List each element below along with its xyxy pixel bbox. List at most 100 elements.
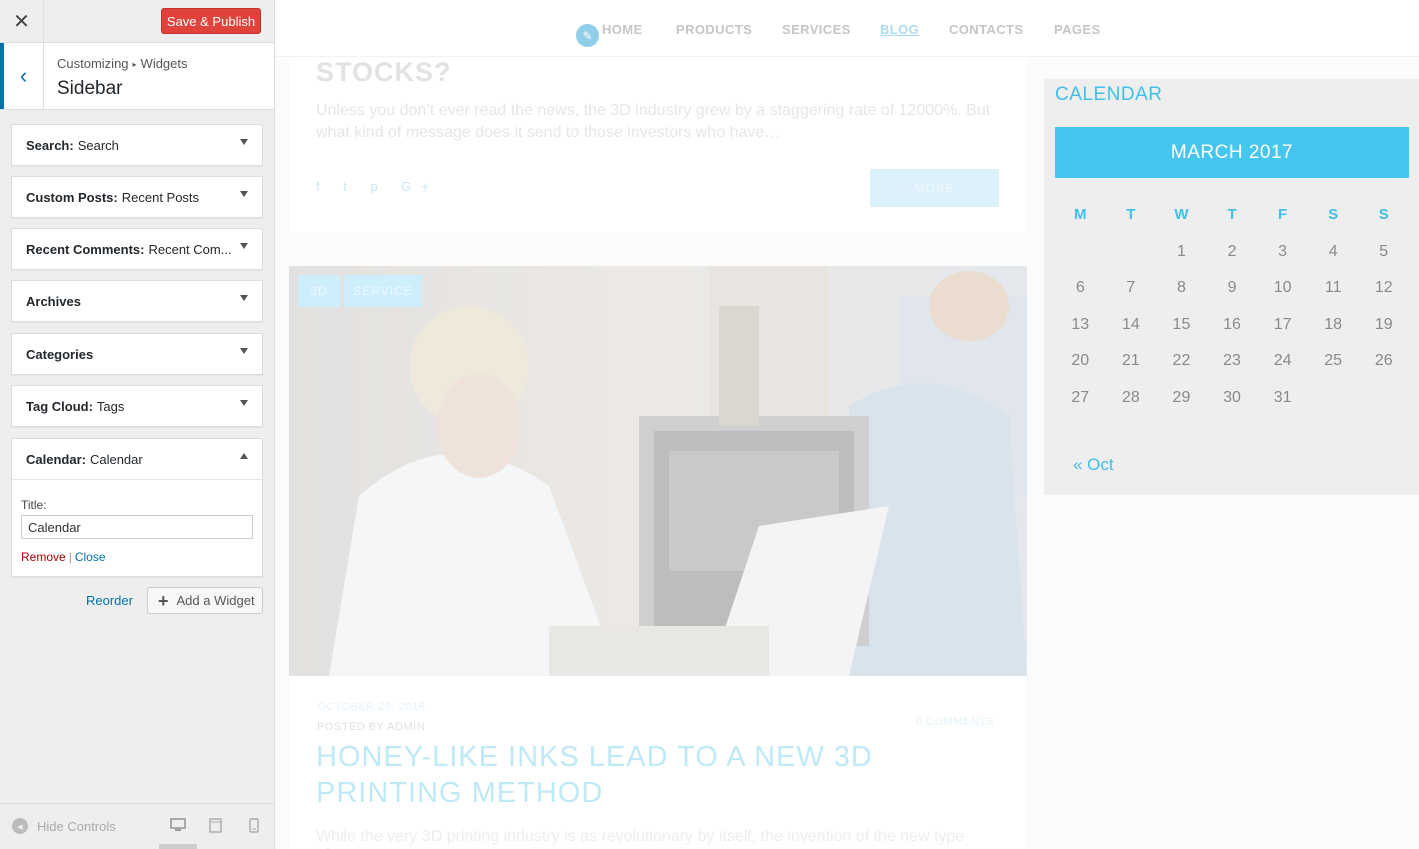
expand-arrow-icon[interactable] [240,295,248,301]
widget-search: Search: Search [11,124,263,166]
mobile-preview-icon[interactable] [249,818,259,838]
arrow-left-circle-icon: ◂ [12,818,28,834]
widget-tag-cloud: Tag Cloud: Tags [11,385,263,427]
title-input[interactable] [21,515,253,539]
customizer-header: ✕ Save & Publish [0,0,274,43]
post-date[interactable]: OCTOBER 25, 2016 [317,701,425,713]
nav-item-blog[interactable]: BLOG [880,22,919,37]
post-card: STOCKS? Unless you don’t ever read the n… [289,57,1027,233]
widget-type: Search: [26,137,74,153]
day-cell: 7 [1126,279,1136,297]
nav-item-pages[interactable]: PAGES [1054,22,1101,37]
widget-title: Calendar [89,451,143,467]
reorder-link[interactable]: Reorder [86,593,133,608]
widget-header-recent-comments[interactable]: Recent Comments: Recent Com... [12,229,262,269]
day-cell: 14 [1121,315,1140,333]
weekday-row: M T W T F S S [1055,206,1409,243]
expand-arrow-icon[interactable] [240,191,248,197]
calendar-month: MARCH 2017 [1055,127,1409,178]
weekday: S [1328,206,1339,223]
save-publish-button[interactable]: Save & Publish [161,8,261,34]
collapse-arrow-icon[interactable] [240,453,248,459]
active-device-indicator [159,844,197,849]
post-title[interactable]: HONEY-LIKE INKS LEAD TO A NEW 3D PRINTIN… [316,739,1016,811]
breadcrumb-root: Customizing [57,56,129,71]
weekday: T [1227,206,1237,223]
day-cell: 26 [1374,352,1393,370]
weekday: T [1126,206,1136,223]
widget-header-archives[interactable]: Archives [12,281,262,321]
nav-item-services[interactable]: SERVICES [782,22,851,37]
weekday: S [1378,206,1389,223]
tag-3d[interactable]: 3D [298,275,340,307]
site-preview: ✎ HOME PRODUCTS SERVICES BLOG CONTACTS P… [275,0,1419,849]
calendar-grid: M T W T F S S 1 2 3 4 5 6 7 8 9 10 11 12… [1055,206,1409,426]
hide-controls-button[interactable]: ◂ Hide Controls [12,818,116,834]
tablet-preview-icon[interactable] [209,818,222,838]
widget-title: Tags [96,398,125,414]
widget-header-calendar[interactable]: Calendar: Calendar [12,439,262,479]
expand-arrow-icon[interactable] [240,348,248,354]
day-cell [1055,243,1106,280]
expand-arrow-icon[interactable] [240,139,248,145]
breadcrumb-separator-icon: ▸ [132,60,137,69]
day-cell: 29 [1172,388,1191,406]
day-cell: 23 [1223,352,1241,370]
share-icons[interactable]: f t p G+ [316,179,439,194]
section-title: Sidebar [57,78,123,99]
breadcrumb: Customizing ▸ Widgets [57,56,188,71]
day-cell: 2 [1227,242,1237,260]
tag-service[interactable]: SERVICE [344,275,422,307]
widget-archives: Archives [11,280,263,322]
day-cell: 17 [1273,315,1292,333]
week-row: 20 21 22 23 24 25 26 [1055,352,1409,389]
calendar-heading: CALENDAR [1055,84,1163,105]
more-button[interactable]: MORE [870,169,999,207]
post-title[interactable]: STOCKS? [316,57,452,88]
weekday: W [1174,206,1189,223]
day-cell: 19 [1374,315,1393,333]
day-cell: 28 [1121,388,1140,406]
back-button[interactable]: ‹ [0,43,44,109]
widget-header-categories[interactable]: Categories [12,334,262,374]
day-cell: 13 [1071,315,1090,333]
desktop-preview-icon[interactable] [170,818,186,837]
day-cell [1358,389,1409,426]
day-cell: 20 [1071,352,1090,370]
day-cell: 10 [1273,279,1292,297]
post-featured-image[interactable]: 3D SERVICE [289,266,1027,676]
close-icon: ✕ [13,11,30,33]
nav-item-home[interactable]: HOME [602,22,643,37]
day-cell: 31 [1273,388,1292,406]
edit-shortcut-pencil-icon[interactable]: ✎ [576,24,599,47]
close-widget-link[interactable]: Close [75,550,106,564]
nav-item-products[interactable]: PRODUCTS [676,22,752,37]
title-label: Title: [21,498,47,512]
post-author[interactable]: POSTED BY ADMIN [317,721,425,733]
widget-type: Archives [26,293,81,309]
day-cell: 1 [1176,242,1186,260]
expand-arrow-icon[interactable] [240,243,248,249]
day-cell: 6 [1075,279,1085,297]
remove-widget-link[interactable]: Remove [21,550,66,564]
calendar-prev-month-link[interactable]: « Oct [1073,455,1114,475]
close-customizer-button[interactable]: ✕ [0,0,44,43]
weekday: F [1278,206,1288,223]
widget-categories: Categories [11,333,263,375]
post-excerpt: Unless you don’t ever read the news, the… [316,102,991,141]
widget-header-tag-cloud[interactable]: Tag Cloud: Tags [12,386,262,426]
day-cell: 18 [1324,315,1343,333]
post-card: 3D SERVICE OCTOBER 25, 2016 POSTED BY AD… [289,266,1027,849]
widget-header-custom-posts[interactable]: Custom Posts: Recent Posts [12,177,262,217]
widget-custom-posts: Custom Posts: Recent Posts [11,176,263,218]
day-cell: 30 [1223,388,1241,406]
day-cell: 3 [1278,242,1288,260]
expand-arrow-icon[interactable] [240,400,248,406]
day-cell: 25 [1324,352,1343,370]
widget-header-search[interactable]: Search: Search [12,125,262,165]
add-widget-button[interactable]: + Add a Widget [147,587,263,614]
day-cell: 27 [1071,388,1090,406]
nav-item-contacts[interactable]: CONTACTS [949,22,1023,37]
widget-calendar-form: Title: Remove|Close [12,479,262,576]
post-comments-count[interactable]: 0 COMMENTS [916,716,994,728]
